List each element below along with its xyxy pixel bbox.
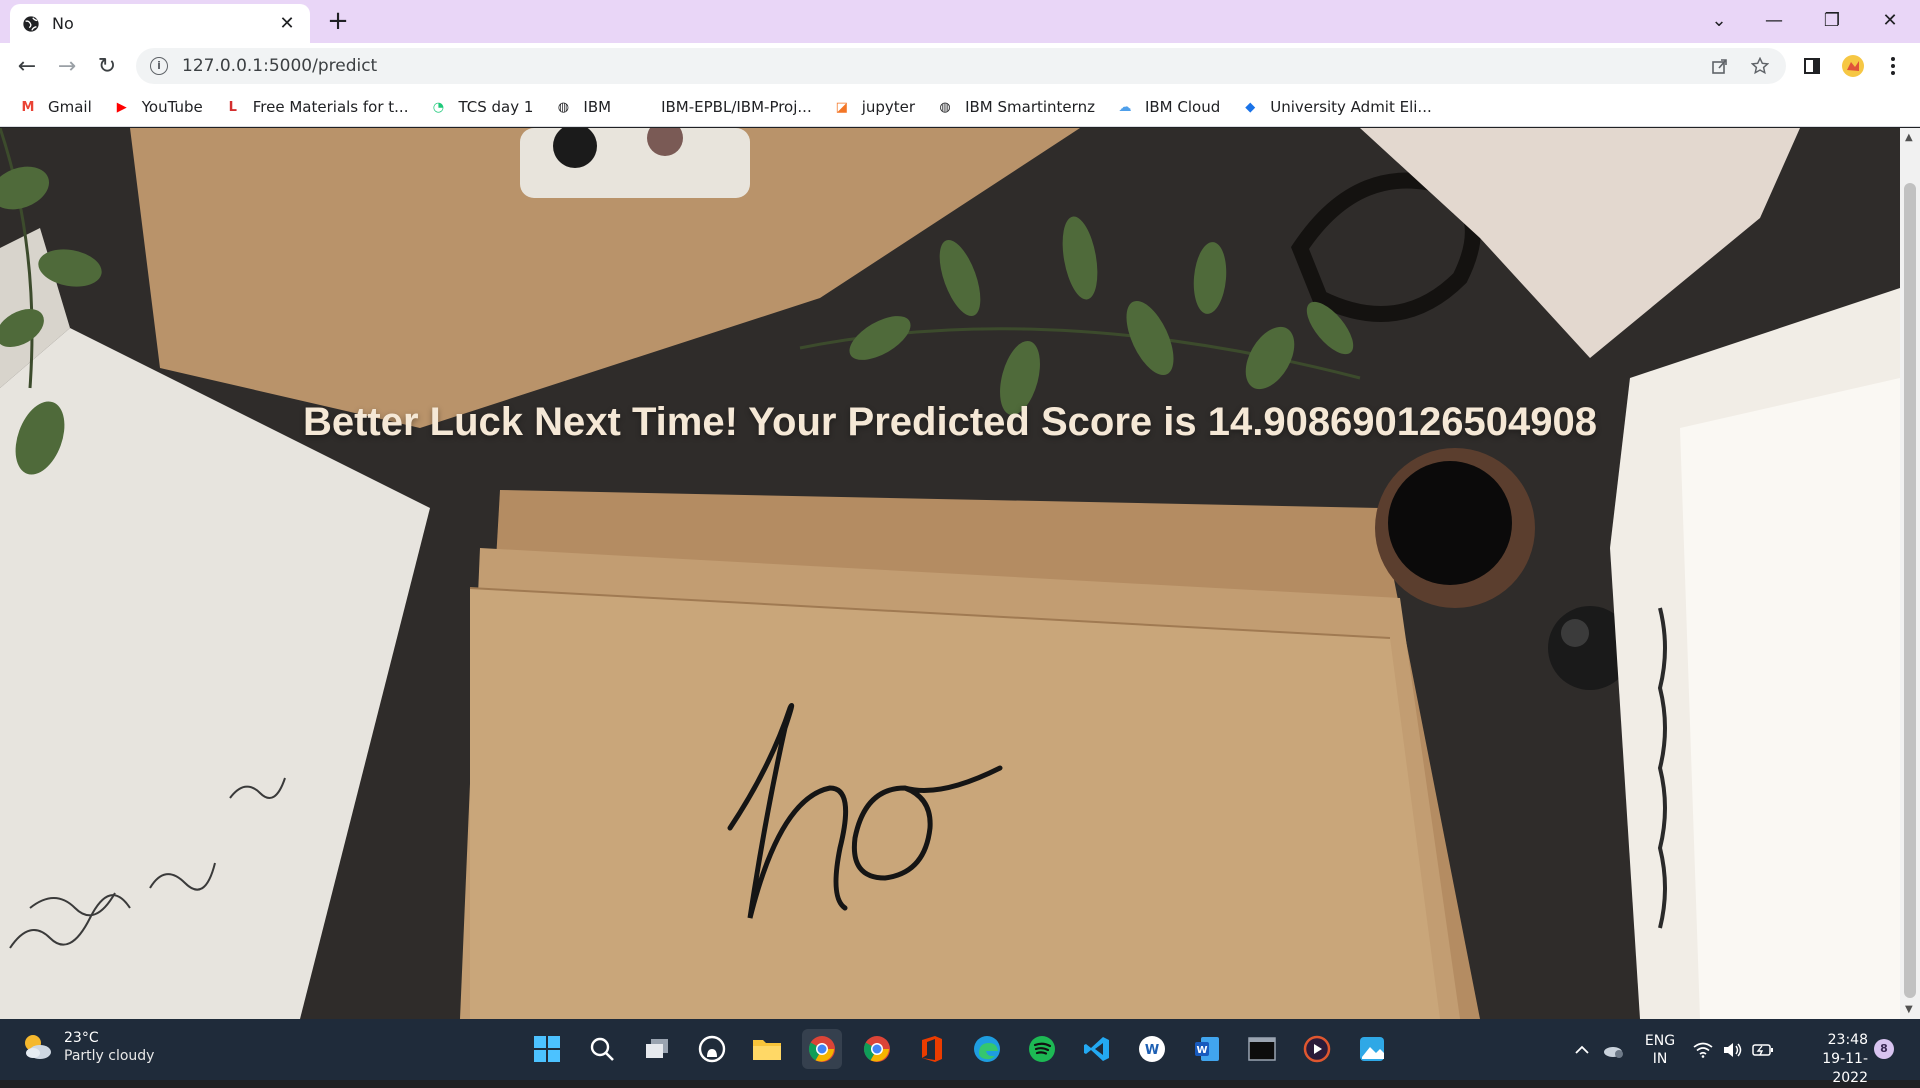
word-icon[interactable]: W <box>1187 1029 1227 1069</box>
github-icon <box>631 97 651 117</box>
bookmark-item[interactable]: ◍ IBM Smartinternz <box>935 97 1095 117</box>
jupyter-icon: ◪ <box>835 99 848 115</box>
minimize-button[interactable]: — <box>1750 0 1798 40</box>
bookmark-label: YouTube <box>141 98 203 116</box>
cloud-icon: ☁ <box>1118 99 1132 115</box>
windows-taskbar: 23°C Partly cloudy W W ENG IN 23:48 19-1… <box>0 1019 1920 1086</box>
vscode-icon[interactable] <box>1077 1029 1117 1069</box>
browser-toolbar: ← → ↻ i 127.0.0.1:5000/predict <box>0 43 1920 88</box>
media-player-icon[interactable] <box>1297 1029 1337 1069</box>
edge-icon[interactable] <box>967 1029 1007 1069</box>
spotify-icon[interactable] <box>1022 1029 1062 1069</box>
svg-text:W: W <box>1145 1043 1159 1058</box>
bookmark-label: Free Materials for t... <box>252 98 409 116</box>
scroll-down-arrow-icon[interactable]: ▼ <box>1905 1004 1913 1015</box>
bookmark-label: University Admit Eli... <box>1270 98 1432 116</box>
bookmark-item[interactable]: ◪ jupyter <box>832 97 916 117</box>
address-bar[interactable]: i 127.0.0.1:5000/predict <box>136 48 1786 84</box>
weather-description: Partly cloudy <box>64 1048 155 1064</box>
bookmark-item[interactable]: ◆ University Admit Eli... <box>1240 97 1432 117</box>
forward-button[interactable]: → <box>50 49 84 83</box>
globe-icon: ◍ <box>939 99 951 115</box>
tcs-icon: ◔ <box>432 99 445 115</box>
weather-temperature: 23°C <box>64 1030 99 1046</box>
close-window-button[interactable]: ✕ <box>1866 0 1914 40</box>
office-icon[interactable] <box>912 1029 952 1069</box>
scrollbar-thumb[interactable] <box>1904 183 1916 998</box>
bookmark-label: jupyter <box>861 98 916 116</box>
new-tab-button[interactable]: + <box>322 6 354 38</box>
bookmark-item[interactable]: ◍ IBM <box>553 97 611 117</box>
background-photo <box>0 128 1900 1019</box>
bookmark-item[interactable]: L Free Materials for t... <box>223 97 409 117</box>
clock-date: 19-11-2022 <box>1822 1051 1868 1086</box>
bookmark-label: IBM Cloud <box>1144 98 1221 116</box>
youtube-icon: ▶ <box>116 99 127 115</box>
scroll-up-arrow-icon[interactable]: ▲ <box>1905 132 1913 143</box>
language-indicator[interactable]: ENG IN <box>1642 1019 1678 1080</box>
onedrive-sync-icon[interactable] <box>1602 1019 1624 1080</box>
system-clock[interactable]: 23:48 19-11-2022 <box>1792 1031 1868 1088</box>
chrome-taskbar-icon[interactable] <box>802 1029 842 1069</box>
bookmark-label: TCS day 1 <box>458 98 534 116</box>
task-view-icon[interactable] <box>637 1029 677 1069</box>
chrome-profile-taskbar-icon[interactable] <box>857 1029 897 1069</box>
back-button[interactable]: ← <box>10 49 44 83</box>
url-text[interactable]: 127.0.0.1:5000/predict <box>182 56 377 76</box>
bookmark-label: IBM <box>583 98 612 116</box>
bookmark-label: IBM Smartinternz <box>965 98 1095 116</box>
windows-logo-icon <box>534 1036 560 1062</box>
bookmark-item[interactable]: ▶ YouTube <box>112 97 203 117</box>
search-icon[interactable] <box>582 1029 622 1069</box>
bookmark-item[interactable]: IBM-EPBL/IBM-Proj... <box>631 97 812 117</box>
reload-button[interactable]: ↻ <box>90 49 124 83</box>
vertical-scrollbar[interactable]: ▲ ▼ <box>1900 128 1920 1019</box>
tab-close-icon[interactable]: ✕ <box>276 13 298 34</box>
weather-widget[interactable]: 23°C Partly cloudy <box>20 1029 154 1065</box>
menu-kebab-icon[interactable] <box>1876 49 1910 83</box>
wifi-icon[interactable] <box>1693 1019 1713 1080</box>
github-desktop-icon[interactable] <box>692 1029 732 1069</box>
gmail-icon: M <box>21 99 35 115</box>
prediction-result-heading: Better Luck Next Time! Your Predicted Sc… <box>302 400 1598 444</box>
restore-button[interactable]: ❐ <box>1808 0 1856 40</box>
terminal-icon[interactable] <box>1242 1029 1282 1069</box>
share-icon[interactable] <box>1702 48 1738 84</box>
globe-icon: ◍ <box>557 99 570 115</box>
bookmark-item[interactable]: ◔ TCS day 1 <box>428 97 534 117</box>
tab-search-icon[interactable]: ⌄ <box>1695 0 1743 40</box>
site-info-icon[interactable]: i <box>150 57 168 75</box>
clock-time: 23:48 <box>1827 1032 1868 1048</box>
bookmark-item[interactable]: ☁ IBM Cloud <box>1115 97 1220 117</box>
bookmark-label: Gmail <box>48 98 92 116</box>
bookmark-label: IBM-EPBL/IBM-Proj... <box>661 98 812 116</box>
profile-avatar[interactable] <box>1836 49 1870 83</box>
tab-title: No <box>52 14 74 33</box>
show-hidden-icons-chevron-icon[interactable] <box>1574 1019 1590 1080</box>
bookmark-item[interactable]: M Gmail <box>18 97 92 117</box>
language-code: ENG <box>1644 1032 1676 1049</box>
region-code: IN <box>1652 1050 1668 1067</box>
battery-icon[interactable] <box>1752 1019 1774 1080</box>
volume-icon[interactable] <box>1722 1019 1742 1080</box>
diamond-icon: ◆ <box>1245 99 1256 115</box>
file-explorer-icon[interactable] <box>747 1029 787 1069</box>
globe-icon <box>23 15 39 32</box>
bookmark-star-icon[interactable] <box>1742 48 1778 84</box>
page-content: Better Luck Next Time! Your Predicted Sc… <box>0 128 1900 1019</box>
notification-badge[interactable]: 8 <box>1874 1039 1894 1059</box>
side-panel-icon[interactable] <box>1795 49 1829 83</box>
bookmarks-bar: M Gmail ▶ YouTube L Free Materials for t... ◔ T… <box>0 88 1920 127</box>
app-w-icon[interactable]: W <box>1132 1029 1172 1069</box>
tab-strip: No ✕ + ⌄ — ❐ ✕ <box>0 0 1920 43</box>
partly-cloudy-icon <box>25 1035 51 1059</box>
l-logo-icon: L <box>228 99 237 115</box>
photos-icon[interactable] <box>1352 1029 1392 1069</box>
svg-text:W: W <box>1196 1045 1207 1056</box>
start-button[interactable] <box>527 1029 567 1069</box>
browser-tab[interactable]: No ✕ <box>10 4 310 43</box>
